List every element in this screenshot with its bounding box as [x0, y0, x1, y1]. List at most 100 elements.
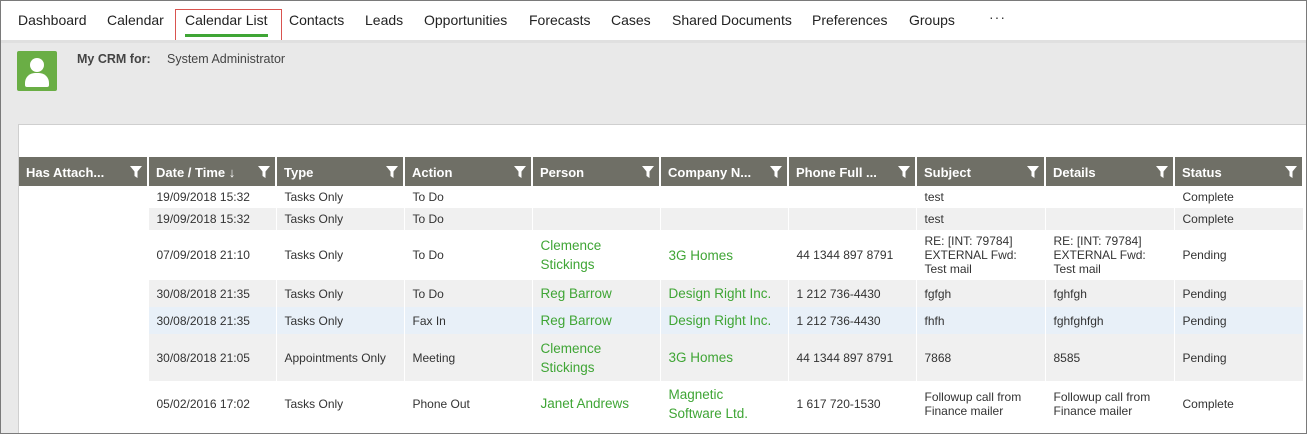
- cell-phone: 1 212 736-4430: [788, 280, 917, 307]
- cell-date: 07/09/2018 21:10: [148, 230, 277, 280]
- cell-date: 30/08/2018 21:35: [148, 280, 277, 307]
- cell-action: To Do: [404, 186, 533, 208]
- cell-has-attachments: [19, 307, 149, 334]
- filter-icon[interactable]: [130, 166, 142, 178]
- table-row[interactable]: 30/08/2018 21:35 Tasks Only To Do Reg Barro…: [19, 280, 1304, 307]
- cell-company[interactable]: Magnetic Software Ltd.: [660, 381, 789, 426]
- cell-person[interactable]: Reg Barrow: [532, 280, 661, 307]
- cell-action: To Do: [404, 230, 533, 280]
- column-header-label: Status: [1182, 164, 1222, 180]
- filter-icon[interactable]: [1027, 166, 1039, 178]
- cell-type: Tasks Only: [276, 381, 405, 426]
- cell-action: To Do: [404, 280, 533, 307]
- cell-person[interactable]: Clemence Stickings: [532, 334, 661, 381]
- cell-company[interactable]: Design Right Inc.: [660, 307, 789, 334]
- column-header-label: Action: [412, 164, 453, 180]
- column-header-phone-full[interactable]: Phone Full ...: [788, 157, 917, 186]
- filter-icon[interactable]: [1285, 166, 1297, 178]
- cell-company: [660, 186, 789, 208]
- cell-subject: test: [916, 186, 1046, 208]
- column-header-has-attachments[interactable]: Has Attach...: [19, 157, 149, 186]
- column-header-details[interactable]: Details: [1045, 157, 1175, 186]
- cell-status: Pending: [1174, 280, 1304, 307]
- cell-person[interactable]: Janet Andrews: [532, 381, 661, 426]
- table-row[interactable]: 30/08/2018 21:05 Appointments Only Meeting…: [19, 334, 1304, 381]
- cell-details: fghfgh: [1045, 280, 1175, 307]
- nav-forecasts[interactable]: Forecasts: [529, 12, 590, 28]
- nav-cases[interactable]: Cases: [611, 12, 651, 28]
- cell-phone: [788, 186, 917, 208]
- cell-date: 19/09/2018 15:32: [148, 186, 277, 208]
- cell-type: Tasks Only: [276, 186, 405, 208]
- cell-status: Pending: [1174, 334, 1304, 381]
- filter-icon[interactable]: [1156, 166, 1168, 178]
- cell-company: [660, 208, 789, 230]
- table-row[interactable]: 07/09/2018 21:10 Tasks Only To Do Clemence …: [19, 230, 1304, 280]
- column-header-company-name[interactable]: Company N...: [660, 157, 789, 186]
- table-row[interactable]: 19/09/2018 15:32 Tasks Only To Do test Compl…: [19, 208, 1304, 230]
- column-header-label: Company N...: [668, 164, 752, 180]
- column-header-date-time[interactable]: Date / Time ↓: [148, 157, 277, 186]
- cell-subject: fhfh: [916, 307, 1046, 334]
- cell-company[interactable]: 3G Homes: [660, 334, 789, 381]
- nav-opportunities[interactable]: Opportunities: [424, 12, 507, 28]
- filter-icon[interactable]: [386, 166, 398, 178]
- filter-icon[interactable]: [770, 166, 782, 178]
- cell-phone: 44 1344 897 8791: [788, 334, 917, 381]
- cell-details: [1045, 208, 1175, 230]
- column-header-status[interactable]: Status: [1174, 157, 1304, 186]
- more-menu-icon[interactable]: ···: [989, 9, 1006, 25]
- nav-leads[interactable]: Leads: [365, 12, 403, 28]
- cell-status: Pending: [1174, 230, 1304, 280]
- nav-contacts[interactable]: Contacts: [289, 12, 344, 28]
- nav-shared-documents[interactable]: Shared Documents: [672, 12, 792, 28]
- cell-details: [1045, 186, 1175, 208]
- column-header-label: Person: [540, 164, 585, 180]
- table-row[interactable]: 05/02/2016 17:02 Tasks Only Phone Out Janet…: [19, 381, 1304, 426]
- table-row[interactable]: 19/09/2018 15:32 Tasks Only To Do test Compl…: [19, 186, 1304, 208]
- nav-dashboard[interactable]: Dashboard: [18, 12, 87, 28]
- column-header-type[interactable]: Type: [276, 157, 405, 186]
- cell-action: Meeting: [404, 334, 533, 381]
- cell-has-attachments: [19, 334, 149, 381]
- cell-date: 05/02/2016 17:02: [148, 381, 277, 426]
- cell-action: Fax In: [404, 307, 533, 334]
- grid-header-row: Has Attach... Date / Time ↓ Type Action Pers…: [19, 157, 1304, 186]
- cell-type: Tasks Only: [276, 307, 405, 334]
- cell-status: Complete: [1174, 186, 1304, 208]
- cell-has-attachments: [19, 381, 149, 426]
- filter-icon[interactable]: [258, 166, 270, 178]
- nav-preferences[interactable]: Preferences: [812, 12, 887, 28]
- cell-subject: Followup call from Finance mailer: [916, 381, 1046, 426]
- column-header-subject[interactable]: Subject: [916, 157, 1046, 186]
- cell-subject: test: [916, 208, 1046, 230]
- cell-has-attachments: [19, 208, 149, 230]
- cell-type: Appointments Only: [276, 334, 405, 381]
- column-header-person[interactable]: Person: [532, 157, 661, 186]
- cell-has-attachments: [19, 280, 149, 307]
- table-row[interactable]: 30/08/2018 21:35 Tasks Only Fax In Reg Barr…: [19, 307, 1304, 334]
- cell-person[interactable]: Clemence Stickings: [532, 230, 661, 280]
- cell-company[interactable]: 3G Homes: [660, 230, 789, 280]
- cell-subject: RE: [INT: 79784] EXTERNAL Fwd: Test mail: [916, 230, 1046, 280]
- cell-subject: 7868: [916, 334, 1046, 381]
- cell-type: Tasks Only: [276, 230, 405, 280]
- cell-details: fghfghfgh: [1045, 307, 1175, 334]
- cell-details: RE: [INT: 79784] EXTERNAL Fwd: Test mail: [1045, 230, 1175, 280]
- cell-person: [532, 186, 661, 208]
- column-header-label: Phone Full ...: [796, 164, 877, 180]
- nav-groups[interactable]: Groups: [909, 12, 955, 28]
- column-header-label: Date / Time ↓: [156, 164, 236, 180]
- cell-company[interactable]: Design Right Inc.: [660, 280, 789, 307]
- nav-calendar[interactable]: Calendar: [107, 12, 164, 28]
- cell-status: Pending: [1174, 307, 1304, 334]
- column-header-action[interactable]: Action: [404, 157, 533, 186]
- cell-person[interactable]: Reg Barrow: [532, 307, 661, 334]
- cell-action: To Do: [404, 208, 533, 230]
- filter-icon[interactable]: [898, 166, 910, 178]
- user-avatar-icon: [17, 51, 57, 91]
- cell-phone: 1 212 736-4430: [788, 307, 917, 334]
- filter-icon[interactable]: [642, 166, 654, 178]
- cell-status: Complete: [1174, 208, 1304, 230]
- filter-icon[interactable]: [514, 166, 526, 178]
